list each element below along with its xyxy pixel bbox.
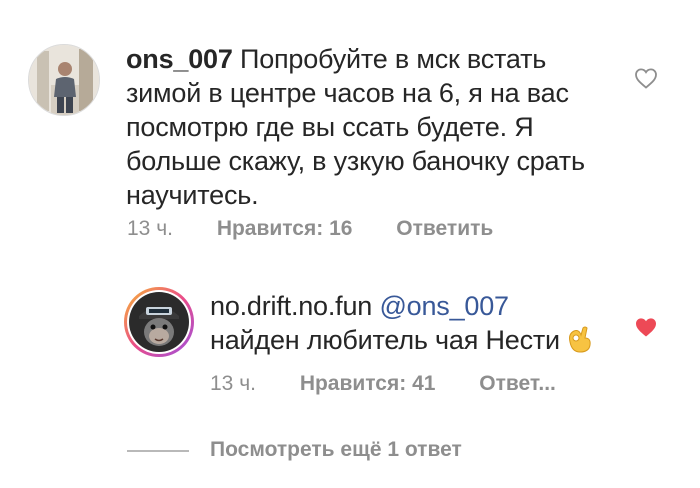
- replies-divider: [127, 450, 189, 452]
- comment-likes[interactable]: Нравится: 41: [300, 372, 436, 396]
- comment-likes[interactable]: Нравится: 16: [217, 217, 353, 241]
- comment-username[interactable]: no.drift.no.fun: [210, 291, 372, 321]
- comment-text: no.drift.no.fun @ons_007 найден любитель…: [210, 289, 610, 362]
- avatar[interactable]: [28, 44, 100, 116]
- heart-filled-icon[interactable]: [634, 316, 658, 338]
- avatar[interactable]: [124, 287, 194, 357]
- reply-button[interactable]: Ответить: [396, 217, 493, 241]
- avatar-frame: [127, 290, 191, 354]
- comment-meta: 13 ч. Нравится: 41 Ответ...: [210, 372, 556, 396]
- heart-outline-icon[interactable]: [634, 67, 658, 89]
- reply-button[interactable]: Ответ...: [479, 372, 556, 396]
- comment-body: найден любитель чая Нести: [210, 325, 560, 355]
- comment-username[interactable]: ons_007: [126, 44, 233, 74]
- ok-hand-emoji: [564, 324, 594, 362]
- comment-meta: 13 ч. Нравится: 16 Ответить: [127, 217, 493, 241]
- mention-link[interactable]: @ons_007: [379, 291, 509, 321]
- avatar-photo: [129, 292, 189, 352]
- comment-time: 13 ч.: [127, 217, 173, 240]
- view-more-replies-button[interactable]: Посмотреть ещё 1 ответ: [210, 438, 462, 462]
- comment-text: ons_007 Попробуйте в мск встать зимой в …: [126, 42, 596, 212]
- comment-time: 13 ч.: [210, 372, 256, 395]
- avatar-photo: [29, 45, 99, 115]
